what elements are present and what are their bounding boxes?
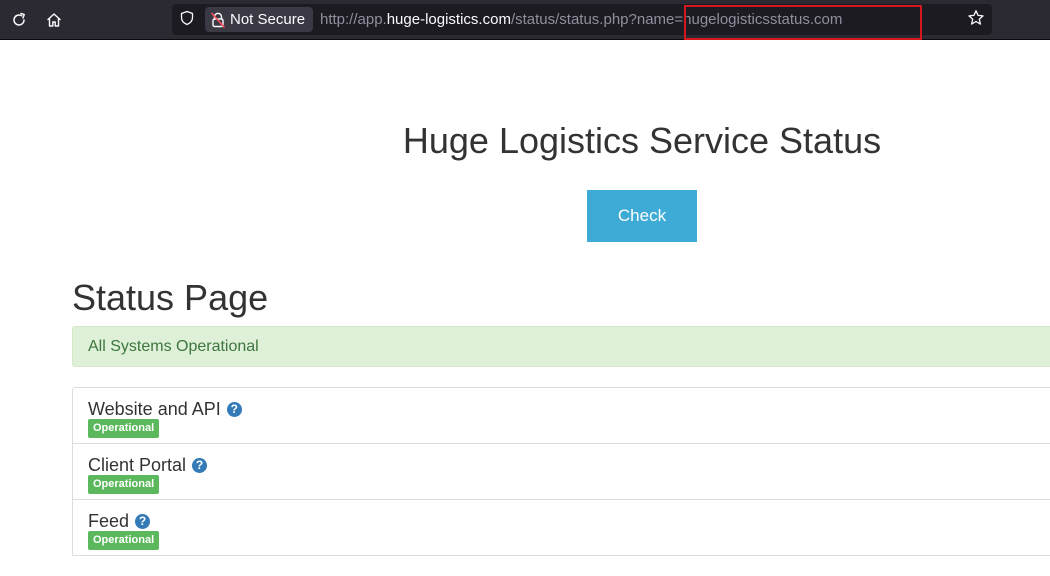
home-button[interactable]	[40, 6, 68, 34]
page-title: Huge Logistics Service Status	[402, 120, 882, 161]
reload-button[interactable]	[5, 6, 33, 34]
status-page-heading: Status Page	[72, 277, 269, 318]
insecure-lock-icon	[211, 12, 225, 28]
service-item-client-portal: Client Portal ? Operational	[72, 443, 1050, 499]
security-label: Not Secure	[230, 11, 306, 28]
service-item-feed: Feed ? Operational	[72, 499, 1050, 556]
question-circle-icon[interactable]: ?	[226, 401, 242, 417]
service-name: Website and API	[88, 399, 221, 419]
shield-icon	[179, 10, 195, 31]
url-host: huge-logistics.com	[386, 11, 511, 28]
question-circle-icon[interactable]: ?	[135, 513, 151, 529]
check-button[interactable]: Check	[587, 190, 697, 242]
all-systems-alert: All Systems Operational	[72, 326, 1050, 367]
status-badge: Operational	[88, 419, 160, 438]
home-icon	[46, 12, 62, 28]
question-circle-icon[interactable]: ?	[192, 457, 208, 473]
reload-icon	[11, 12, 27, 28]
bookmark-button[interactable]	[966, 9, 986, 32]
service-list: Website and API ? Operational Client Por…	[72, 387, 1050, 557]
url-text[interactable]: http://app.huge-logistics.com/status/sta…	[320, 11, 842, 29]
star-icon	[967, 9, 985, 32]
service-name: Feed	[88, 511, 130, 531]
url-path: /status/status.php?name=hugelogisticssta…	[510, 11, 843, 28]
service-item-website-and-api: Website and API ? Operational	[72, 387, 1050, 443]
url-bar[interactable]: Not Secure http://app.huge-logistics.com…	[172, 4, 992, 40]
site-identity-button[interactable]: Not Secure	[205, 7, 313, 32]
status-badge: Operational	[88, 531, 160, 550]
tracking-protection-button[interactable]	[178, 10, 196, 31]
browser-toolbar: Not Secure http://app.huge-logistics.com…	[0, 0, 1050, 40]
status-badge: Operational	[88, 475, 160, 494]
url-prefix: http://app.	[320, 11, 387, 28]
service-name: Client Portal	[88, 455, 187, 475]
